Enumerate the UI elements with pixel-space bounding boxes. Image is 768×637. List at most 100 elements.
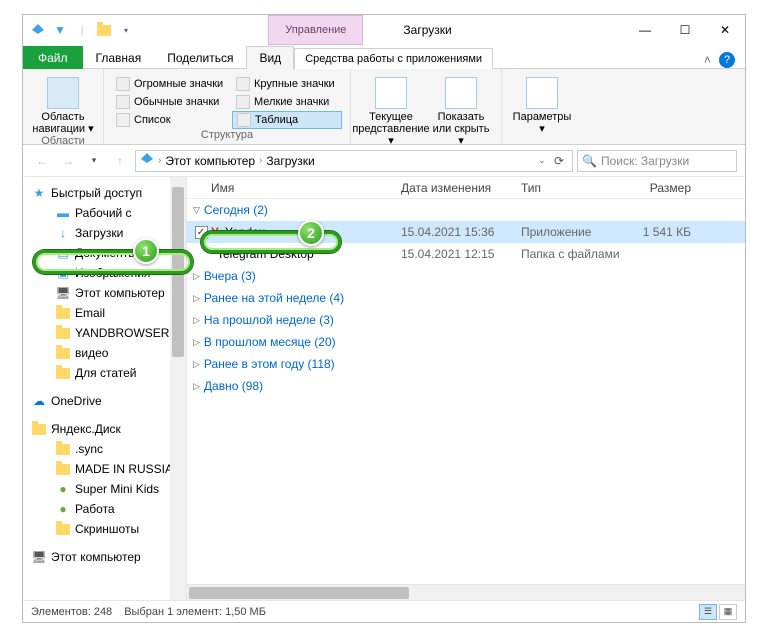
nav-tree[interactable]: ★Быстрый доступ ▬Рабочий с ↓Загрузки📌 ▤Д… xyxy=(23,177,187,600)
tree-screenshots[interactable]: Скриншоты xyxy=(23,519,186,539)
tab-view[interactable]: Вид xyxy=(246,46,294,69)
tree-mir[interactable]: MADE IN RUSSIA xyxy=(23,459,186,479)
search-icon: 🔍 xyxy=(582,154,597,168)
tree-this-pc[interactable]: 🖥Этот компьютер📌 xyxy=(23,283,186,303)
tree-sync[interactable]: .sync xyxy=(23,439,186,459)
tree-downloads[interactable]: ↓Загрузки📌 xyxy=(23,223,186,243)
file-list[interactable]: ▽Сегодня (2) ✓ YYandex 15.04.2021 15:36 … xyxy=(187,199,745,584)
pc-icon: 🖥 xyxy=(31,550,47,564)
tree-scrollbar[interactable] xyxy=(170,177,186,600)
group-today[interactable]: ▽Сегодня (2) xyxy=(187,199,745,221)
yadisk-icon xyxy=(31,422,47,436)
group-last-week[interactable]: ▷На прошлой неделе (3) xyxy=(187,309,745,331)
app-icon xyxy=(29,21,47,39)
view-thumbnails-button[interactable]: ▦ xyxy=(719,604,737,620)
breadcrumb-icon xyxy=(140,152,154,169)
options-button[interactable]: Параметры ▾ xyxy=(510,75,574,135)
status-bar: Элементов: 248 Выбран 1 элемент: 1,50 МБ… xyxy=(23,600,745,622)
close-button[interactable]: ✕ xyxy=(705,15,745,45)
annotation-highlight-1 xyxy=(33,250,193,274)
folder-icon xyxy=(55,306,71,320)
column-headers[interactable]: Имя Дата изменения Тип Размер xyxy=(187,177,745,199)
layout-large[interactable]: Крупные значки xyxy=(232,75,342,93)
col-date[interactable]: Дата изменения xyxy=(401,181,521,195)
maximize-button[interactable]: ☐ xyxy=(665,15,705,45)
content-hscrollbar[interactable] xyxy=(187,584,745,600)
chevron-right-icon[interactable]: › xyxy=(257,155,264,166)
chevron-right-icon: ▷ xyxy=(193,381,200,392)
tab-home[interactable]: Главная xyxy=(83,46,155,69)
layout-list[interactable]: Список xyxy=(112,111,230,129)
nav-forward-button[interactable]: → xyxy=(57,150,79,172)
qat-down-icon[interactable]: ▼ xyxy=(51,21,69,39)
show-hide-button[interactable]: Показать или скрыть ▾ xyxy=(429,75,493,147)
qat-dropdown-icon[interactable]: ▾ xyxy=(117,21,135,39)
tree-articles[interactable]: Для статей xyxy=(23,363,186,383)
ribbon-group-current-view: Текущее представление ▾ Показать или скр… xyxy=(351,69,502,144)
tree-yandex-disk[interactable]: Яндекс.Диск xyxy=(23,419,186,439)
tree-work[interactable]: ●Работа xyxy=(23,499,186,519)
ribbon-group-panes: Область навигации ▾ Области xyxy=(23,69,104,144)
annotation-badge-1: 1 xyxy=(133,238,159,264)
group-long-ago[interactable]: ▷Давно (98) xyxy=(187,375,745,397)
tree-yandbrowser[interactable]: YANDBROWSER xyxy=(23,323,186,343)
help-icon[interactable]: ? xyxy=(719,52,735,68)
crumb-downloads[interactable]: Загрузки xyxy=(266,154,314,168)
file-type: Приложение xyxy=(521,225,621,239)
minimize-button[interactable]: — xyxy=(625,15,665,45)
file-type: Папка с файлами xyxy=(521,247,621,261)
tree-smk[interactable]: ●Super Mini Kids xyxy=(23,479,186,499)
layout-small[interactable]: Мелкие значки xyxy=(232,93,342,111)
nav-pane-button[interactable]: Область навигации ▾ xyxy=(31,75,95,135)
qat-sep: | xyxy=(73,21,91,39)
layout-table[interactable]: Таблица xyxy=(232,111,342,129)
tree-desktop[interactable]: ▬Рабочий с xyxy=(23,203,186,223)
col-type[interactable]: Тип xyxy=(521,181,621,195)
chevron-right-icon: ▷ xyxy=(193,293,200,304)
scrollbar-thumb[interactable] xyxy=(189,587,409,599)
nav-pane-label: Область навигации ▾ xyxy=(31,111,95,135)
tree-this-pc-2[interactable]: 🖥Этот компьютер xyxy=(23,547,186,567)
search-input[interactable]: 🔍 Поиск: Загрузки xyxy=(577,150,737,172)
nav-back-button[interactable]: ← xyxy=(31,150,53,172)
breadcrumb[interactable]: › Этот компьютер › Загрузки ⌄ ⟳ xyxy=(135,150,573,172)
col-size[interactable]: Размер xyxy=(621,181,691,195)
tab-file[interactable]: Файл xyxy=(23,46,83,69)
nav-up-button[interactable]: ↑ xyxy=(109,150,131,172)
window-title: Загрузки xyxy=(363,15,491,45)
layout-normal[interactable]: Обычные значки xyxy=(112,93,230,111)
tab-share[interactable]: Поделиться xyxy=(154,46,246,69)
tab-app-tools[interactable]: Средства работы с приложениями xyxy=(294,48,493,69)
titlebar: ▼ | ▾ Управление Загрузки — ☐ ✕ xyxy=(23,15,745,45)
chevron-right-icon: ▷ xyxy=(193,271,200,282)
desktop-icon: ▬ xyxy=(55,206,71,220)
nav-recent-button[interactable]: ▾ xyxy=(83,150,105,172)
chevron-right-icon: ▷ xyxy=(193,337,200,348)
folder-icon xyxy=(55,462,71,476)
col-name[interactable]: Имя xyxy=(211,181,401,195)
view-details-button[interactable]: ☰ xyxy=(699,604,717,620)
chevron-right-icon: ▷ xyxy=(193,315,200,326)
tree-video[interactable]: видео xyxy=(23,343,186,363)
folder-icon xyxy=(55,366,71,380)
qat-folder-icon[interactable] xyxy=(95,21,113,39)
tree-email[interactable]: Email xyxy=(23,303,186,323)
chevron-right-icon[interactable]: › xyxy=(156,155,163,166)
layout-huge[interactable]: Огромные значки xyxy=(112,75,230,93)
crumb-this-pc[interactable]: Этот компьютер xyxy=(165,154,255,168)
folder-icon xyxy=(55,442,71,456)
history-dropdown-icon[interactable]: ⌄ xyxy=(536,155,548,166)
ribbon-collapse-icon[interactable]: ˄ xyxy=(704,53,711,67)
chevron-right-icon: ▷ xyxy=(193,359,200,370)
current-view-button[interactable]: Текущее представление ▾ xyxy=(359,75,423,147)
group-yesterday[interactable]: ▷Вчера (3) xyxy=(187,265,745,287)
refresh-icon[interactable]: ⟳ xyxy=(550,154,568,168)
group-this-year[interactable]: ▷Ранее в этом году (118) xyxy=(187,353,745,375)
group-this-week[interactable]: ▷Ранее на этой неделе (4) xyxy=(187,287,745,309)
group-last-month[interactable]: ▷В прошлом месяце (20) xyxy=(187,331,745,353)
file-size: 1 541 КБ xyxy=(621,225,691,239)
folder-icon xyxy=(55,326,71,340)
address-bar: ← → ▾ ↑ › Этот компьютер › Загрузки ⌄ ⟳ … xyxy=(23,145,745,177)
tree-onedrive[interactable]: ☁OneDrive xyxy=(23,391,186,411)
tree-quick-access[interactable]: ★Быстрый доступ xyxy=(23,183,186,203)
